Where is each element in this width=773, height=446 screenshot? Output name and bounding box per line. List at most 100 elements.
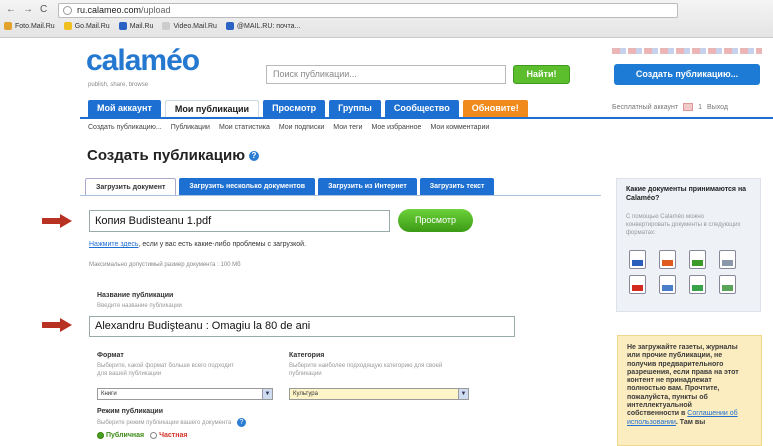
pub-title-hint: Введите название публикации [97,303,182,309]
subnav-comments[interactable]: Мои комментарии [430,124,489,131]
address-bar[interactable]: ru.calameo.com/upload [58,3,678,18]
subnav-favorites[interactable]: Мое избранное [371,124,421,131]
accepted-formats-title: Какие документы принимаются на Calaméo? [626,186,747,202]
tab-community[interactable]: Сообщество [384,100,459,117]
subnav-subscriptions[interactable]: Мои подписки [279,124,324,131]
format-value: Книги [101,391,117,397]
tab-upload-multiple[interactable]: Загрузить несколько документов [179,178,316,195]
subnav-statistics[interactable]: Мои статистика [219,124,270,131]
help-icon[interactable]: ? [237,418,246,427]
radio-public-label: Публичная [106,432,145,439]
publication-title-field[interactable]: Alexandru Budişteanu : Omagiu la 80 de a… [89,316,515,337]
pdf-doc-icon [629,275,646,294]
word-doc-icon [629,250,646,269]
back-icon[interactable]: ← [6,4,16,15]
find-button[interactable]: Найти! [513,65,570,84]
upload-tabs: Загрузить документ Загрузить несколько д… [85,178,495,195]
page-title-text: Создать публикацию [87,147,245,164]
copyright-notice: Не загружайте газеты, журналы или прочие… [627,344,739,427]
logo-tagline: publish, share, browse [88,82,149,88]
format-hint: Выберите, какой формат больше всего подх… [97,363,234,377]
bookmark-icon [118,22,127,30]
bookmark-label: Foto.Mail.Ru [15,22,55,30]
bookmark-icon [4,22,12,30]
copyright-text: Не загружайте газеты, журналы или прочие… [627,344,739,418]
ods-doc-icon [689,275,706,294]
search-input[interactable]: Поиск публикации... [266,65,506,84]
chevron-down-icon: ▼ [262,389,272,399]
category-select[interactable]: Культура ▼ [289,388,469,400]
bookmark-label: Go.Mail.Ru [74,22,110,30]
txt-doc-icon [719,250,736,269]
forward-icon[interactable]: → [23,4,33,15]
chevron-down-icon: ▼ [458,389,468,399]
browse-button[interactable]: Просмотр [398,209,473,232]
reload-icon[interactable]: C [40,4,47,15]
tab-browse[interactable]: Просмотр [263,100,326,117]
category-value: Культура [293,391,318,397]
red-arrow-icon [42,214,72,228]
bookmark-icon [225,22,234,30]
create-publication-button[interactable]: Создать публикацию... [614,64,760,85]
xls-doc-icon [689,250,706,269]
max-size-note: Максимально допустимый размер документа … [89,262,241,268]
main-tabs: Мой аккаунт Мои публикации Просмотр Груп… [88,100,528,117]
odt-doc-icon [659,275,676,294]
mode-label: Режим публикации [97,408,164,415]
mode-radio-group: Публичная Частная [97,432,187,439]
format-select[interactable]: Книги ▼ [97,388,273,400]
sub-nav: Создать публикацию... Публикации Мои ста… [88,124,489,131]
url-path: /upload [141,5,171,15]
tab-upgrade[interactable]: Обновите! [462,100,528,117]
accepted-formats-text: С помощью Calaméo можно конвертировать д… [626,214,741,236]
radio-dot [150,432,158,439]
tab-my-account[interactable]: Мой аккаунт [88,100,161,117]
account-info: Бесплатный аккаунт 1 Выход [612,103,728,111]
radio-public[interactable]: Публичная [97,432,144,439]
url-domain: ru.calameo.com [77,5,142,15]
language-flags[interactable] [612,48,762,54]
pub-title-label: Название публикации [97,292,174,299]
file-path-field[interactable]: Копия Budisteanu 1.pdf [89,210,390,232]
bookmark-0[interactable]: Foto.Mail.Ru [4,22,55,30]
accepted-formats-box: Какие документы принимаются на Calaméo? … [616,178,761,312]
help-link[interactable]: Нажмите здесь [89,241,139,248]
red-arrow-icon [42,318,72,332]
message-count: 1 [698,103,703,111]
format-icons [629,250,759,294]
radio-private[interactable]: Частная [150,432,187,439]
upload-help-line: Нажмите здесь, если у вас есть какие-либ… [89,241,306,248]
bookmark-1[interactable]: Go.Mail.Ru [63,22,110,30]
radio-dot [97,432,104,439]
browser-chrome: ← → C ru.calameo.com/upload Foto.Mail.Ru… [0,0,773,38]
bookmark-4[interactable]: @MAIL.RU: почта... [225,22,301,30]
browser-nav: ← → C [6,4,47,15]
tab-upload-document[interactable]: Загрузить документ [85,178,177,195]
message-icon[interactable] [683,103,694,111]
copyright-tail: . Там вы [675,418,706,426]
bookmark-3[interactable]: Video.Mail.Ru [162,22,217,30]
help-icon[interactable]: ? [249,151,259,162]
bookmark-label: @MAIL.RU: почта... [236,22,301,30]
logout-link[interactable]: Выход [707,104,728,111]
account-type: Бесплатный аккаунт [612,103,679,111]
rtf-doc-icon [719,275,736,294]
subnav-tags[interactable]: Мои теги [333,124,362,131]
bookmarks-bar: Foto.Mail.Ru Go.Mail.Ru Mail.Ru Video.Ma… [4,22,300,30]
tab-upload-internet[interactable]: Загрузить из Интернет [318,178,417,195]
mode-hint: Выберите режим публикации вашего докумен… [97,418,246,427]
tab-upload-text[interactable]: Загрузить текст [419,178,495,195]
format-label: Формат [97,352,124,359]
bookmark-label: Mail.Ru [129,22,154,30]
subnav-create[interactable]: Создать публикацию... [88,124,162,131]
tab-my-publications[interactable]: Мои публикации [164,100,260,117]
mode-hint-text: Выберите режим публикации вашего докумен… [97,420,232,427]
subnav-publications[interactable]: Публикации [171,124,210,131]
bookmark-icon [63,22,72,30]
category-hint: Выберите наиболее подходящую категорию д… [289,363,443,377]
calameo-logo[interactable]: calaméo [86,44,200,78]
category-label: Категория [289,352,325,359]
tab-groups[interactable]: Группы [329,100,381,117]
radio-private-label: Частная [159,432,188,439]
bookmark-2[interactable]: Mail.Ru [118,22,154,30]
